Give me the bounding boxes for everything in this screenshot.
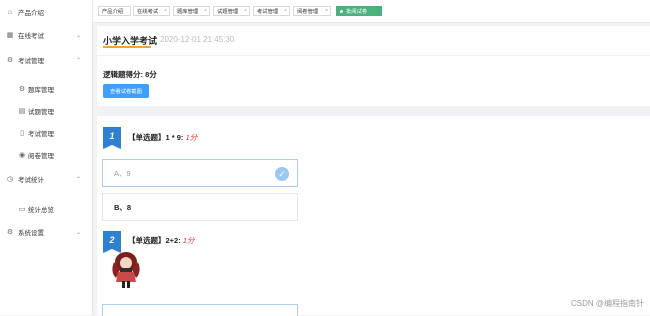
question-stem: 【单选题】2+2: bbox=[128, 236, 181, 245]
view-paper-screenshot-button[interactable]: 查看试卷截图 bbox=[103, 84, 149, 98]
sidebar-item-label: 试题管理 bbox=[28, 109, 54, 116]
tab-label: 在线考试 bbox=[137, 9, 159, 15]
option-a[interactable]: A、9 ✓ bbox=[102, 159, 298, 187]
exam-timestamp: 2020-12-01 21:45:30 bbox=[160, 35, 235, 44]
settings-icon: ⚙ bbox=[18, 86, 26, 93]
eye-icon: ◉ bbox=[18, 152, 26, 159]
close-icon[interactable]: × bbox=[204, 8, 207, 14]
tab-questions[interactable]: 试题管理 × bbox=[213, 6, 250, 16]
grid-icon: ▦ bbox=[6, 32, 14, 39]
sidebar-item-label: 考试管理 bbox=[28, 131, 54, 138]
sidebar: ⌂ 产品介绍 ▦ 在线考试 ⌄ ⚙ 考试管理 ⌃ ⚙ 题库管理 ▤ 试题管理 ▯… bbox=[0, 0, 93, 315]
close-icon[interactable]: × bbox=[164, 8, 167, 14]
option-b[interactable]: B、8 bbox=[102, 193, 298, 221]
sidebar-item-label: 系统设置 bbox=[18, 230, 44, 237]
tabs-bar: 产品介绍 在线考试 × 题库管理 × 试题管理 × 考试管理 × 阅卷管理 × … bbox=[93, 0, 650, 23]
sidebar-item-question-bank[interactable]: ⚙ 题库管理 bbox=[0, 80, 92, 98]
sidebar-item-label: 统计总览 bbox=[28, 207, 54, 214]
question-number-badge: 1 bbox=[103, 127, 121, 149]
close-icon[interactable]: × bbox=[284, 8, 287, 14]
sidebar-item-questions[interactable]: ▤ 试题管理 bbox=[0, 102, 92, 120]
file-icon: ▯ bbox=[20, 130, 24, 137]
active-dot-icon bbox=[340, 10, 343, 13]
clock-icon: ◷ bbox=[6, 176, 14, 183]
check-icon: ✓ bbox=[275, 167, 289, 181]
option-label: A、9 bbox=[114, 168, 131, 178]
sidebar-item-label: 考试统计 bbox=[18, 177, 44, 184]
question-text: 【单选题】1 * 9: 1分 bbox=[128, 132, 197, 143]
question-stem: 【单选题】1 * 9: bbox=[128, 133, 184, 142]
divider bbox=[97, 55, 650, 56]
tab-label: 批阅试卷 bbox=[346, 9, 368, 15]
option-label: B、8 bbox=[114, 202, 132, 212]
chevron-down-icon: ⌄ bbox=[76, 229, 82, 236]
sidebar-item-system-settings[interactable]: ⚙ 系统设置 ⌄ bbox=[0, 223, 92, 241]
sidebar-item-exams[interactable]: ▯ 考试管理 bbox=[0, 124, 92, 142]
logic-score: 逻辑题得分: 8分 bbox=[103, 70, 157, 79]
close-icon[interactable]: × bbox=[325, 8, 328, 14]
document-icon: ▤ bbox=[18, 108, 26, 115]
watermark: CSDN @编程指南针 bbox=[570, 299, 644, 308]
sidebar-item-stats-overview[interactable]: ▭ 统计总览 bbox=[0, 200, 92, 218]
question-text: 【单选题】2+2: 1分 bbox=[128, 235, 195, 246]
tab-label: 产品介绍 bbox=[102, 9, 124, 15]
tab-question-bank[interactable]: 题库管理 × bbox=[173, 6, 210, 16]
chart-icon: ▭ bbox=[18, 206, 26, 213]
question-number-badge: 2 bbox=[103, 231, 121, 253]
sidebar-item-online-exam[interactable]: ▦ 在线考试 ⌄ bbox=[0, 26, 92, 44]
tab-label: 题库管理 bbox=[177, 9, 199, 15]
sidebar-item-label: 在线考试 bbox=[18, 33, 44, 40]
chevron-down-icon: ⌄ bbox=[76, 32, 82, 39]
tab-online-exam[interactable]: 在线考试 × bbox=[133, 6, 170, 16]
gear-icon: ⚙ bbox=[6, 229, 14, 236]
tab-exams[interactable]: 考试管理 × bbox=[253, 6, 290, 16]
sidebar-item-exam-management[interactable]: ⚙ 考试管理 ⌃ bbox=[0, 51, 92, 69]
sidebar-item-label: 题库管理 bbox=[28, 87, 54, 94]
chevron-up-icon: ⌃ bbox=[76, 176, 82, 183]
question-image bbox=[112, 252, 140, 288]
sidebar-item-label: 考试管理 bbox=[18, 58, 44, 65]
title-underline bbox=[103, 46, 151, 48]
gear-icon: ⚙ bbox=[6, 57, 14, 64]
tab-product-intro[interactable]: 产品介绍 bbox=[98, 6, 131, 16]
chevron-up-icon: ⌃ bbox=[76, 57, 82, 64]
sidebar-item-product-intro[interactable]: ⌂ 产品介绍 bbox=[0, 3, 92, 21]
sidebar-item-label: 阅卷管理 bbox=[28, 153, 54, 160]
home-icon: ⌂ bbox=[7, 8, 13, 16]
sidebar-item-label: 产品介绍 bbox=[18, 10, 44, 17]
tab-review-paper[interactable]: 批阅试卷 bbox=[336, 6, 382, 16]
sidebar-item-grading[interactable]: ◉ 阅卷管理 bbox=[0, 146, 92, 164]
sidebar-item-exam-stats[interactable]: ◷ 考试统计 ⌃ bbox=[0, 170, 92, 188]
tab-grading[interactable]: 阅卷管理 × bbox=[293, 6, 331, 16]
question-points: 1分 bbox=[182, 236, 195, 245]
tab-label: 考试管理 bbox=[257, 9, 279, 15]
tab-label: 试题管理 bbox=[217, 9, 239, 15]
question-points: 1分 bbox=[185, 133, 198, 142]
close-icon[interactable]: × bbox=[244, 8, 247, 14]
option-c-partial[interactable] bbox=[102, 304, 298, 316]
tab-label: 阅卷管理 bbox=[297, 9, 319, 15]
